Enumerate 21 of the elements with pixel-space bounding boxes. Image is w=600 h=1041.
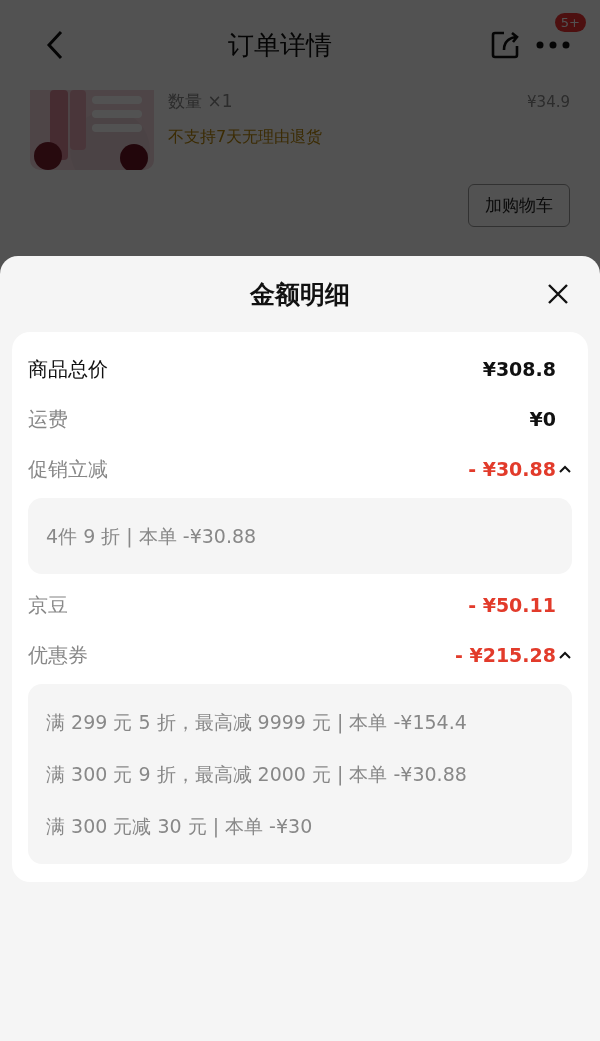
detail-text: 满 299 元 5 折，最高减 9999 元 | 本单 -¥154.4 bbox=[46, 710, 468, 736]
amount-value: - ¥50.11 bbox=[468, 594, 556, 616]
detail-text: 满 300 元 9 折，最高减 2000 元 | 本单 -¥30.88 bbox=[46, 762, 468, 788]
return-notice: 不支持7天无理由退货 bbox=[168, 127, 324, 148]
detail-text: 满 300 元减 30 元 | 本单 -¥30 bbox=[46, 814, 314, 840]
amount-value: ¥0 bbox=[529, 408, 556, 430]
add-to-cart-button[interactable]: 加购物车 bbox=[468, 184, 570, 227]
close-icon[interactable] bbox=[546, 282, 570, 306]
more-icon[interactable] bbox=[536, 41, 570, 49]
amount-value: - ¥30.88 bbox=[468, 458, 556, 480]
amount-value: ¥308.8 bbox=[482, 358, 556, 380]
notification-badge: 5+ bbox=[554, 13, 586, 32]
page-title: 订单详情 bbox=[227, 28, 333, 62]
sheet-title: 金额明细 bbox=[250, 278, 350, 311]
amount-label: 运费 bbox=[28, 405, 68, 433]
amount-value: - ¥215.28 bbox=[454, 644, 556, 666]
amount-label: 商品总价 bbox=[28, 355, 108, 383]
detail-text: 4件 9 折 | 本单 -¥30.88 bbox=[46, 524, 258, 550]
amount-label: 京豆 bbox=[28, 591, 68, 619]
amount-label: 优惠券 bbox=[28, 641, 88, 669]
amount-label: 促销立减 bbox=[28, 455, 108, 483]
